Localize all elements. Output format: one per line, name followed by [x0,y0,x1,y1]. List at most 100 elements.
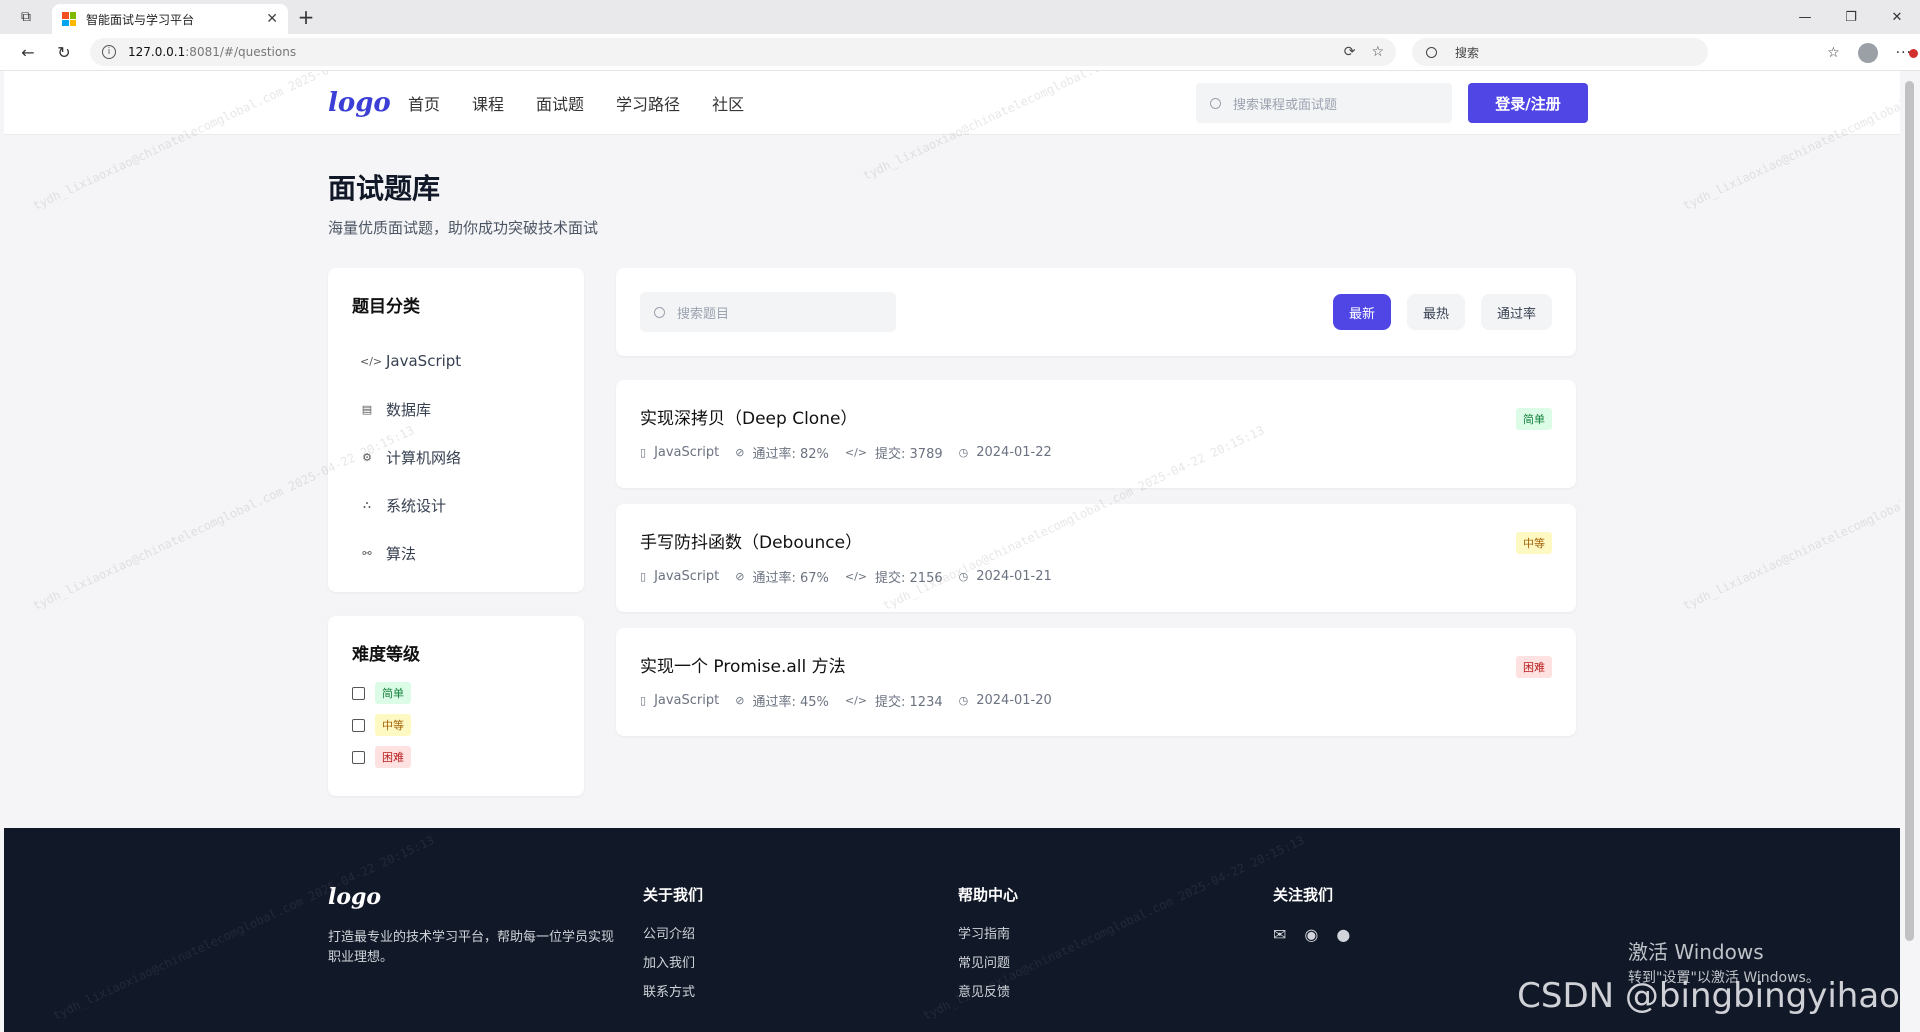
browser-addressbar: ← ↻ i 127.0.0.1:8081/#/questions ⟳ ☆ 搜索 … [0,34,1920,71]
nav-questions[interactable]: 面试题 [536,91,584,115]
easy-tag: 简单 [375,682,411,704]
database-icon: ▤ [361,402,373,416]
question-category: JavaScript [654,693,720,708]
browser-search-field[interactable]: 搜索 [1412,38,1708,66]
favicon-icon [62,12,76,26]
url-field[interactable]: i 127.0.0.1:8081/#/questions ⟳ ☆ [90,38,1396,66]
question-date: 2024-01-22 [976,445,1052,460]
hard-checkbox[interactable] [352,750,365,764]
search-icon [1210,97,1221,109]
page-content: 面试题库 海量优质面试题，助你成功突破技术面试 题目分类 </> JavaScr… [328,135,1588,796]
new-tab-icon[interactable]: + [288,5,324,29]
difficulty-badge: 中等 [1516,532,1552,554]
window-controls: — ❐ ✕ [1782,0,1920,34]
window-close-icon[interactable]: ✕ [1874,0,1920,34]
footer-link-join[interactable]: 加入我们 [643,952,958,971]
question-meta: ▯ JavaScript ⊘ 通过率: 45% </> 提交: 1234 ◷ 2024-… [640,691,1552,710]
sort-buttons: 最新 最热 通过率 [1332,294,1552,330]
wechat-icon[interactable]: ✉ [1273,925,1286,944]
footer-link-faq[interactable]: 常见问题 [958,952,1273,971]
question-category: JavaScript [654,569,720,584]
footer-link-contact[interactable]: 联系方式 [643,981,958,1000]
favorites-icon[interactable]: ☆ [1827,45,1840,61]
footer-follow-title: 关注我们 [1273,886,1334,904]
restore-icon[interactable]: ❐ [1828,0,1874,34]
site-logo[interactable]: logo [328,88,408,118]
category-label: 算法 [386,544,417,563]
category-label: 系统设计 [386,496,447,515]
difficulty-option-hard: 困难 [352,741,560,773]
question-title[interactable]: 实现一个 Promise.all 方法 [640,652,1552,677]
search-icon [654,306,665,318]
question-pass-rate: 通过率: 67% [752,571,829,586]
question-card[interactable]: 手写防抖函数（Debounce） ▯ JavaScript ⊘ 通过率: 67% <… [616,504,1576,612]
search-icon [1426,46,1437,58]
question-category: JavaScript [654,445,720,460]
nav-community[interactable]: 社区 [712,91,744,115]
sitemap-icon: ⛬ [363,498,371,511]
back-icon[interactable]: ← [10,34,46,71]
nav-courses[interactable]: 课程 [472,91,504,115]
check-circle-icon: ⊘ [735,570,745,583]
sort-pass-rate-button[interactable]: 通过率 [1480,294,1552,330]
weibo-icon[interactable]: ◉ [1304,925,1318,944]
scrollbar-thumb[interactable] [1905,81,1914,941]
category-card: 题目分类 </> JavaScript ▤ 数据库 ⚙ 计算机网络 ⛬ 系统设计 [328,268,584,592]
category-item-system-design[interactable]: ⛬ 系统设计 [352,481,560,529]
difficulty-badge: 简单 [1516,408,1552,430]
reload-icon[interactable]: ↻ [46,34,82,71]
nav-learning-path[interactable]: 学习路径 [616,91,680,115]
minimize-icon[interactable]: — [1782,0,1828,34]
page-scrollbar[interactable] [1900,71,1920,1032]
footer-link-company[interactable]: 公司介绍 [643,923,958,942]
question-card[interactable]: 实现深拷贝（Deep Clone） ▯ JavaScript ⊘ 通过率: 82% … [616,380,1576,488]
csdn-watermark: CSDN @bingbingyihao [1517,976,1900,1016]
question-title[interactable]: 实现深拷贝（Deep Clone） [640,404,1552,429]
profile-avatar[interactable] [1857,42,1878,63]
category-item-database[interactable]: ▤ 数据库 [352,385,560,433]
site-search-placeholder: 搜索课程或面试题 [1233,97,1338,113]
medium-tag: 中等 [375,714,411,736]
site-search-input[interactable]: 搜索课程或面试题 [1196,83,1452,123]
nav-home[interactable]: 首页 [408,91,440,115]
browser-tab[interactable]: 智能面试与学习平台 ✕ [52,4,288,34]
category-label: 计算机网络 [386,448,462,467]
question-submissions: 提交: 1234 [875,695,943,710]
category-label: 数据库 [386,400,432,419]
question-title[interactable]: 手写防抖函数（Debounce） [640,528,1552,553]
sidebar: 题目分类 </> JavaScript ▤ 数据库 ⚙ 计算机网络 ⛬ 系统设计 [328,268,584,796]
code-icon: </> [844,570,868,583]
question-date: 2024-01-20 [976,693,1052,708]
book-icon: ▯ [640,446,647,459]
algorithm-icon: ⚯ [362,546,372,560]
easy-checkbox[interactable] [352,686,365,700]
question-search-input[interactable]: 搜索题目 [640,292,896,332]
difficulty-option-medium: 中等 [352,709,560,741]
hard-tag: 困难 [375,746,411,768]
tab-close-icon[interactable]: ✕ [266,11,278,27]
category-item-javascript[interactable]: </> JavaScript [352,337,560,385]
sort-latest-button[interactable]: 最新 [1332,294,1391,330]
favorite-star-icon[interactable]: ☆ [1371,44,1384,60]
sort-hottest-button[interactable]: 最热 [1406,294,1465,330]
check-circle-icon: ⊘ [735,446,745,459]
filter-bar: 搜索题目 最新 最热 通过率 [616,268,1576,356]
github-icon[interactable]: ● [1336,925,1350,944]
page-subtitle: 海量优质面试题，助你成功突破技术面试 [328,219,599,237]
medium-checkbox[interactable] [352,718,365,732]
watermark: tydh_lixiaoxiao@chinatelecomglobal.com 2… [1680,423,1900,613]
difficulty-badge: 困难 [1516,656,1552,678]
clock-icon: ◷ [958,446,969,459]
footer-logo[interactable]: logo [328,884,643,916]
tab-actions-icon[interactable]: ⧉ [0,0,52,34]
more-menu-icon[interactable]: ··· [1896,45,1918,61]
refresh-page-icon[interactable]: ⟳ [1344,44,1356,60]
category-title: 题目分类 [352,297,420,317]
category-label: JavaScript [386,352,462,370]
question-card[interactable]: 实现一个 Promise.all 方法 ▯ JavaScript ⊘ 通过率: 45… [616,628,1576,736]
difficulty-card: 难度等级 简单 中等 困难 [328,616,584,796]
site-info-icon[interactable]: i [102,45,116,59]
question-date: 2024-01-21 [976,569,1052,584]
category-item-algorithm[interactable]: ⚯ 算法 [352,529,560,577]
login-register-button[interactable]: 登录/注册 [1468,83,1588,123]
